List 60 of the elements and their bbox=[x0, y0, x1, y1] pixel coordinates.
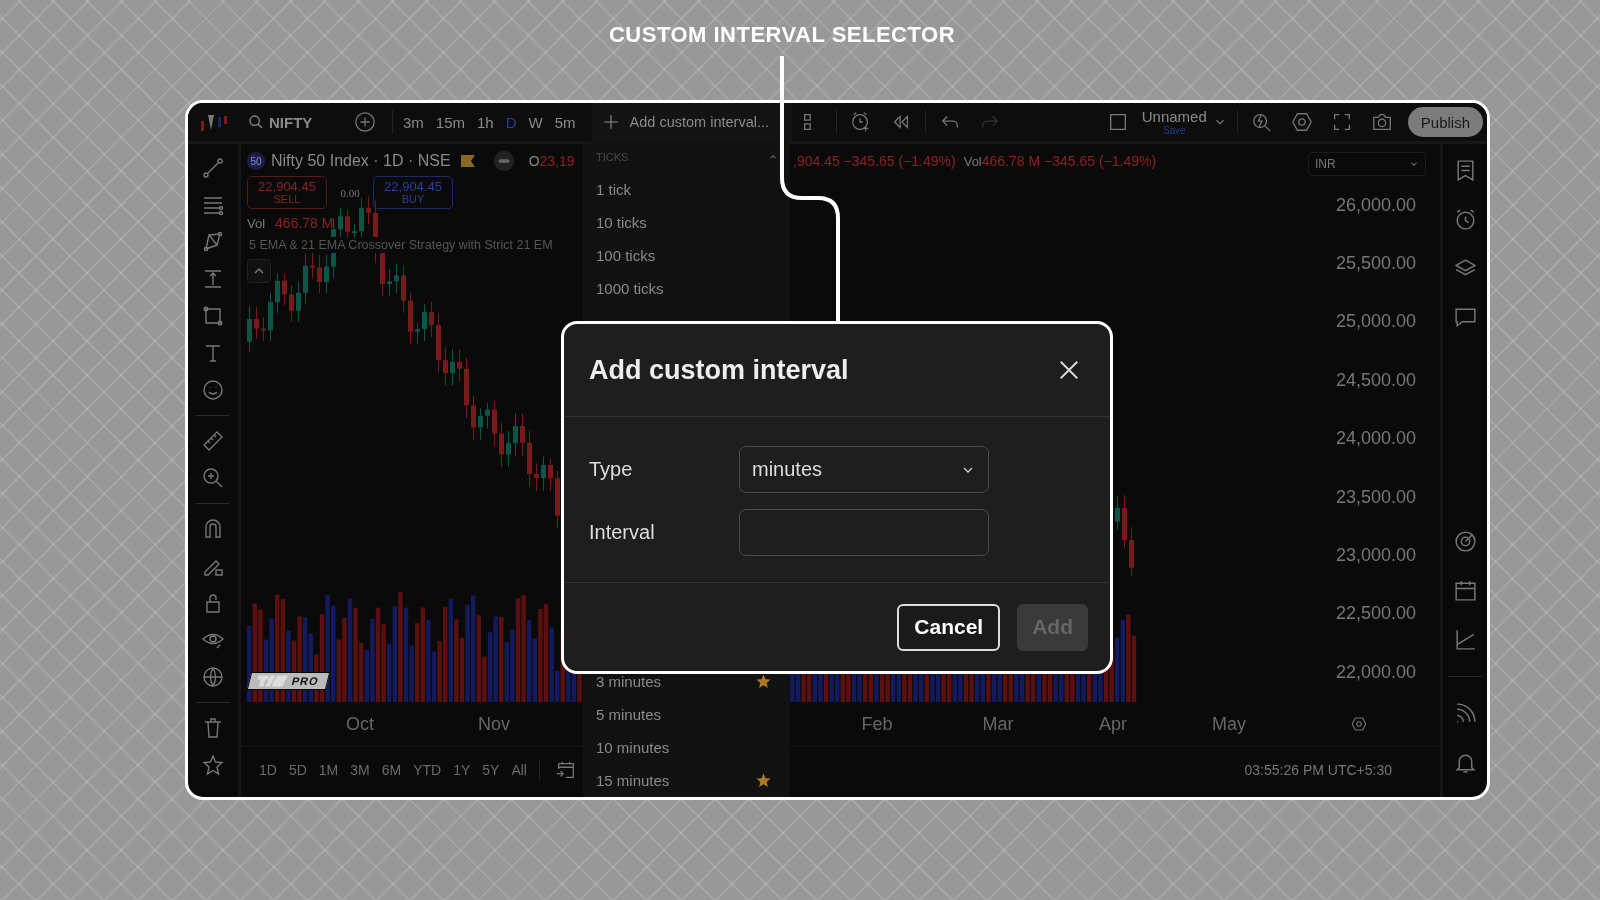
symbol-title[interactable]: Nifty 50 Index · 1D · NSE bbox=[271, 152, 451, 170]
type-select[interactable]: minutes bbox=[739, 446, 989, 493]
symbol-search-button[interactable]: NIFTY bbox=[248, 113, 348, 131]
cancel-button[interactable]: Cancel bbox=[897, 603, 1001, 651]
interval-option[interactable]: 10 ticks bbox=[583, 206, 790, 239]
interval-option[interactable]: 1 tick bbox=[583, 173, 790, 206]
time-label: Nov bbox=[478, 714, 510, 735]
price-label: 23,500.00 bbox=[1335, 486, 1416, 508]
volume-value: 466.78 M bbox=[275, 215, 334, 231]
interval-button[interactable]: 5m bbox=[548, 113, 582, 131]
annotation-title: CUSTOM INTERVAL SELECTOR bbox=[607, 22, 957, 48]
volume-label: Vol bbox=[963, 154, 982, 169]
price-label: 23,000.00 bbox=[1335, 545, 1416, 567]
field-label: Interval bbox=[589, 521, 656, 544]
price-label: 24,500.00 bbox=[1335, 369, 1416, 391]
range-button[interactable]: 1D bbox=[253, 762, 283, 778]
ohlc-values: ,904.45 −345.65 (−1.49%) bbox=[793, 153, 956, 169]
time-label: Apr bbox=[1099, 714, 1127, 735]
interval-option[interactable]: 3 minutes bbox=[583, 665, 790, 698]
interval-option[interactable]: 10 minutes bbox=[583, 731, 790, 764]
price-label: 25,500.00 bbox=[1335, 253, 1416, 275]
publish-button[interactable]: Publish bbox=[1407, 107, 1483, 137]
interval-option[interactable]: 1000 ticks bbox=[583, 272, 790, 305]
range-button[interactable]: YTD bbox=[407, 762, 448, 778]
volume-change-values: 466.78 M −345.65 (−1.49%) bbox=[981, 153, 1157, 169]
clock-time: 03:55:26 PM UTC+5:30 bbox=[1244, 762, 1392, 778]
price-label: 25,000.00 bbox=[1335, 311, 1416, 333]
interval-button[interactable]: 3m bbox=[397, 113, 430, 131]
interval-option[interactable]: 100 ticks bbox=[583, 239, 790, 272]
add-custom-interval-button[interactable]: Add custom interval... bbox=[591, 103, 792, 141]
layout-name[interactable]: Unnamed bbox=[1141, 108, 1207, 124]
open-value: 23,19 bbox=[539, 153, 575, 169]
range-button[interactable]: 3M bbox=[344, 762, 376, 778]
interval-option[interactable]: 15 minutes bbox=[583, 764, 790, 797]
range-button[interactable]: 1Y bbox=[447, 762, 477, 778]
time-label: Mar bbox=[982, 714, 1014, 735]
tradingview-pro-logo: PRO bbox=[246, 672, 331, 690]
open-label: O bbox=[528, 153, 540, 169]
interval-option[interactable]: 5 minutes bbox=[583, 698, 790, 731]
field-label: Type bbox=[589, 458, 634, 481]
interval-button[interactable]: W bbox=[522, 113, 549, 131]
price-label: 22,500.00 bbox=[1335, 603, 1416, 625]
currency-select[interactable]: INR bbox=[1308, 152, 1426, 176]
interval-button[interactable]: 1h bbox=[471, 113, 500, 131]
price-label: 26,000.00 bbox=[1335, 194, 1416, 216]
volume-label: Vol bbox=[247, 215, 266, 231]
time-label: Feb bbox=[861, 714, 893, 735]
interval-button[interactable]: 15m bbox=[429, 113, 472, 131]
time-label: May bbox=[1212, 714, 1246, 735]
range-button[interactable]: 5Y bbox=[476, 762, 506, 778]
range-button[interactable]: 6M bbox=[375, 762, 408, 778]
symbol-badge: 50 bbox=[247, 152, 265, 170]
range-button[interactable]: All bbox=[505, 762, 533, 778]
price-label: 22,000.00 bbox=[1335, 661, 1416, 683]
spread-value: 0.00 bbox=[339, 186, 361, 199]
price-label: 24,000.00 bbox=[1335, 428, 1416, 450]
time-label: Oct bbox=[346, 714, 374, 735]
dialog-title: Add custom interval bbox=[589, 354, 849, 386]
range-button[interactable]: 5D bbox=[282, 762, 313, 778]
range-button[interactable]: 1M bbox=[312, 762, 345, 778]
